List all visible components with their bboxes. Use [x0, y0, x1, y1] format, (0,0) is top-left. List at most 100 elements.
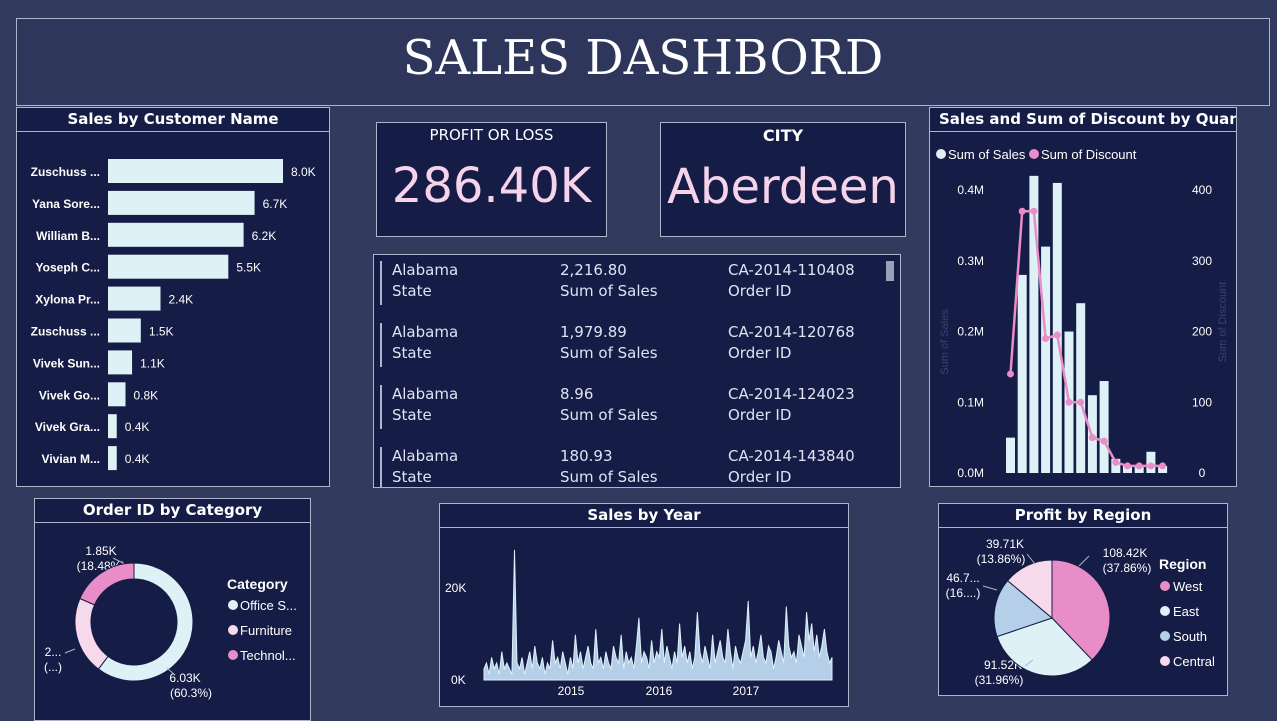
discount-point[interactable] [1053, 331, 1061, 339]
order-multirow-card[interactable]: Alabama State 2,216.80 Sum of Sales CA-2014-… [373, 254, 901, 488]
discount-point[interactable] [1100, 437, 1108, 445]
customer-bar[interactable] [108, 159, 283, 183]
record-sales-caption: Sum of Sales [560, 282, 658, 300]
pie-west-pct: (37.86%) [1103, 561, 1152, 575]
quantity-combo-panel[interactable]: Sales and Sum of Discount by Quantity Su… [929, 107, 1237, 487]
multirow-record[interactable]: Alabama State 8.96 Sum of Sales CA-2014-1240… [380, 385, 880, 429]
donut-furn-value: 2... [45, 645, 62, 659]
quantity-sales-bar[interactable] [1052, 182, 1062, 474]
legend-discount-marker [1029, 149, 1039, 159]
customer-name-label: Zuschuss ... [31, 325, 100, 339]
customer-bar[interactable] [108, 414, 117, 439]
customer-bar[interactable] [108, 190, 255, 215]
right-axis-tick: 200 [1192, 325, 1212, 339]
discount-point[interactable] [1159, 462, 1167, 470]
region-pie-chart: 39.71K (13.86%) 108.42K (37.86%) 46.7...… [946, 537, 1215, 687]
year-xtick-2016: 2016 [646, 684, 673, 698]
discount-point[interactable] [1147, 462, 1155, 470]
region-pie-title: Profit by Region [939, 504, 1227, 528]
profit-kpi-value: 286.40K [391, 158, 592, 214]
record-state-caption: State [392, 344, 432, 362]
record-sales-caption: Sum of Sales [560, 468, 658, 486]
record-order-value: CA-2014-110408 [728, 261, 855, 279]
discount-point[interactable] [1077, 398, 1085, 406]
discount-point[interactable] [1124, 462, 1131, 470]
city-kpi-card[interactable]: CITY Aberdeen [660, 122, 906, 237]
profit-kpi-card[interactable]: PROFIT OR LOSS 286.40K [376, 122, 607, 237]
multirow-scrollbar[interactable] [886, 261, 894, 281]
left-axis-tick: 0.1M [957, 395, 984, 409]
year-ytick-20k: 20K [445, 581, 466, 595]
donut-slice-furniture[interactable] [74, 597, 109, 670]
legend-south-label: South [1173, 629, 1207, 644]
customer-value-label: 0.4K [125, 420, 150, 434]
customer-bar[interactable] [108, 446, 117, 471]
customer-value-label: 1.5K [149, 325, 174, 339]
customer-bar[interactable] [108, 254, 229, 279]
discount-point[interactable] [1042, 335, 1050, 343]
donut-tech-value: 1.85K [85, 544, 116, 558]
multirow-record[interactable]: Alabama State 180.93 Sum of Sales CA-2014-14… [380, 447, 880, 487]
discount-point[interactable] [1030, 207, 1038, 215]
pie-central-value: 39.71K [986, 537, 1024, 551]
discount-point[interactable] [1088, 434, 1096, 442]
customer-name-label: Vivek Gra... [35, 420, 100, 434]
region-pie-panel[interactable]: Profit by Region 39.71K (13.86%) 108.42K… [938, 503, 1228, 696]
legend-south-marker [1160, 631, 1170, 641]
record-order-caption: Order ID [728, 344, 792, 362]
category-donut-panel[interactable]: Order ID by Category 1.85K (18.48%) 2...… [34, 498, 311, 721]
discount-point[interactable] [1018, 207, 1026, 215]
quantity-sales-bar[interactable] [1041, 246, 1051, 473]
customer-value-label: 1.1K [140, 356, 165, 370]
quantity-sales-bar[interactable] [1006, 437, 1015, 473]
legend-west-marker [1160, 581, 1170, 591]
multirow-record[interactable]: Alabama State 2,216.80 Sum of Sales CA-2014-… [380, 261, 880, 305]
record-sales-value: 2,216.80 [560, 261, 627, 279]
city-kpi-value: Aberdeen [667, 159, 899, 215]
discount-point[interactable] [1065, 398, 1073, 406]
discount-point[interactable] [1112, 458, 1120, 466]
customer-value-label: 2.4K [169, 293, 194, 307]
customer-name-label: William B... [36, 229, 100, 243]
customer-name-label: Yana Sore... [32, 197, 100, 211]
legend-discount-label: Sum of Discount [1041, 147, 1137, 162]
customer-bar[interactable] [108, 382, 126, 407]
record-sales-caption: Sum of Sales [560, 406, 658, 424]
category-donut-chart: 1.85K (18.48%) 2... (...) 6.03K (60.3%) … [44, 544, 297, 700]
sales-by-year-title: Sales by Year [440, 504, 848, 528]
donut-legend-title: Category [227, 576, 288, 592]
multirow-record[interactable]: Alabama State 1,979.89 Sum of Sales CA-2014-… [380, 323, 880, 367]
profit-kpi-title: PROFIT OR LOSS [429, 126, 554, 144]
legend-technology-marker [228, 650, 238, 660]
customer-name-label: Zuschuss ... [31, 165, 100, 179]
quantity-sales-bar[interactable] [1076, 303, 1086, 473]
quantity-sales-bar[interactable] [1099, 381, 1109, 473]
quantity-sales-bar[interactable] [1017, 274, 1027, 473]
legend-central-label: Central [1173, 654, 1215, 669]
quantity-combo-chart: Sum of Sales Sum of Discount Sum of Sale… [936, 147, 1229, 480]
sales-by-year-panel[interactable]: Sales by Year 20K 0K 2015 2016 2017 [439, 503, 849, 707]
pie-leader-line [982, 585, 998, 591]
customer-bar[interactable] [108, 350, 133, 375]
customer-name-label: Yoseph C... [36, 261, 100, 275]
quantity-sales-bar[interactable] [1146, 451, 1156, 473]
customer-sales-panel[interactable]: Sales by Customer Name Zuschuss ... 8.0K Y… [16, 107, 330, 487]
record-state-caption: State [392, 468, 432, 486]
discount-point[interactable] [1007, 370, 1014, 378]
legend-central-marker [1160, 656, 1170, 666]
customer-name-label: Vivek Sun... [33, 356, 100, 370]
customer-value-label: 8.0K [291, 165, 316, 179]
year-xtick-2017: 2017 [733, 684, 760, 698]
customer-bar[interactable] [108, 286, 161, 311]
customer-bar[interactable] [108, 318, 141, 343]
left-axis-title: Sum of Sales [939, 309, 951, 375]
donut-leader-line [64, 648, 76, 654]
year-ytick-0k: 0K [451, 673, 466, 687]
legend-technology-label: Technol... [240, 648, 296, 663]
discount-point[interactable] [1135, 462, 1143, 470]
record-state-value: Alabama [392, 323, 459, 341]
right-axis-tick: 400 [1192, 183, 1212, 197]
customer-sales-title: Sales by Customer Name [17, 108, 329, 132]
customer-bar[interactable] [108, 222, 244, 247]
sales-by-year-area[interactable] [483, 549, 833, 681]
